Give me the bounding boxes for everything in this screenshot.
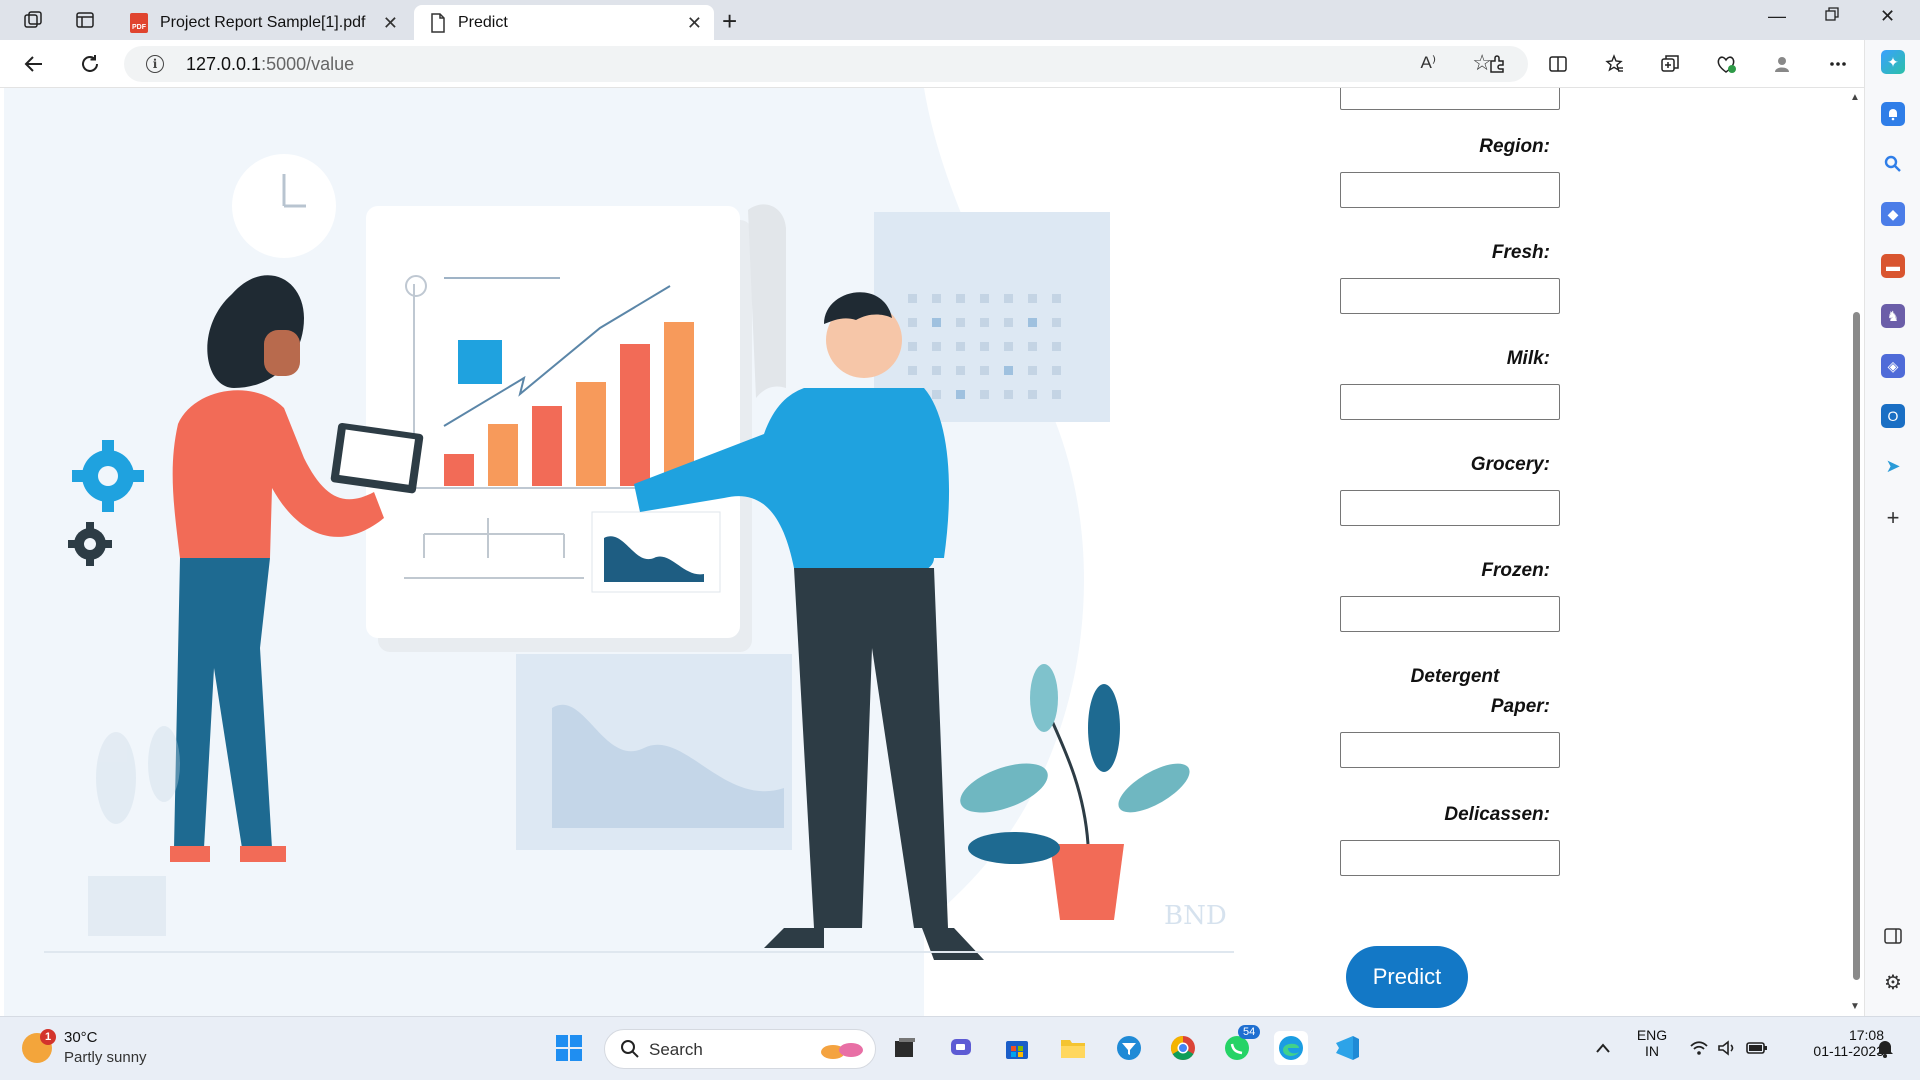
address-bar[interactable]: i 127.0.0.1:5000/value A⁾ ☆ bbox=[124, 46, 1528, 82]
restore-icon[interactable] bbox=[1824, 6, 1840, 27]
region-input[interactable] bbox=[1340, 172, 1560, 208]
microsoft-365-icon[interactable]: ◈ bbox=[1881, 354, 1905, 378]
language-indicator[interactable]: ENG IN bbox=[1634, 1027, 1670, 1059]
scroll-up-icon[interactable]: ▲ bbox=[1850, 92, 1860, 103]
weather-temperature: 30°C bbox=[64, 1029, 98, 1046]
site-info-icon[interactable]: i bbox=[146, 55, 164, 73]
edge-sidebar: ✦ ◆ ▬ ♞ ◈ O ➤ + ⚙ bbox=[1864, 40, 1920, 1016]
new-tab-icon[interactable]: + bbox=[722, 6, 737, 37]
windows-taskbar: 1 30°C Partly sunny Search 54 ENG IN 17:… bbox=[0, 1016, 1920, 1080]
region-code: IN bbox=[1645, 1043, 1659, 1059]
notification-bell-icon[interactable] bbox=[1881, 102, 1905, 126]
detergent-paper-input[interactable] bbox=[1340, 732, 1560, 768]
search-icon[interactable] bbox=[1881, 152, 1905, 176]
close-window-icon[interactable]: ✕ bbox=[1880, 6, 1895, 27]
favorites-icon[interactable] bbox=[1600, 50, 1628, 78]
region-label: Region: bbox=[1479, 136, 1550, 157]
file-explorer-icon[interactable] bbox=[1056, 1031, 1090, 1065]
tab-strip: PDF Project Report Sample[1].pdf ✕ Predi… bbox=[0, 0, 1920, 40]
url-text[interactable]: 127.0.0.1:5000/value bbox=[186, 54, 354, 75]
clock-icon bbox=[232, 154, 336, 258]
tab-title: Predict bbox=[458, 13, 508, 31]
send-icon[interactable]: ➤ bbox=[1881, 454, 1905, 478]
predict-form: Region: Fresh: Milk: Grocery: Frozen: De… bbox=[1300, 88, 1876, 1016]
tab-actions-icon[interactable] bbox=[72, 8, 98, 32]
microsoft-store-icon[interactable] bbox=[1000, 1031, 1034, 1065]
presentation-board bbox=[366, 204, 786, 652]
more-menu-icon[interactable] bbox=[1824, 50, 1852, 78]
business-illustration: BND bbox=[4, 88, 1234, 1016]
back-icon[interactable] bbox=[20, 50, 48, 78]
scrollbar-thumb[interactable] bbox=[1853, 312, 1860, 980]
vscode-icon[interactable] bbox=[1330, 1031, 1364, 1065]
grocery-input[interactable] bbox=[1340, 490, 1560, 526]
language-code: ENG bbox=[1636, 1027, 1668, 1043]
read-aloud-icon[interactable]: A⁾ bbox=[1420, 53, 1436, 73]
predict-button[interactable]: Predict bbox=[1346, 946, 1468, 1008]
fresh-label: Fresh: bbox=[1491, 242, 1550, 263]
tab-predict[interactable]: Predict ✕ bbox=[414, 5, 714, 40]
page-viewport: BND Region: Fresh: Milk: Grocery: Frozen… bbox=[0, 88, 1876, 1016]
tools-briefcase-icon[interactable]: ▬ bbox=[1881, 254, 1905, 278]
browser-essentials-icon[interactable] bbox=[1712, 50, 1740, 78]
edge-icon[interactable] bbox=[1274, 1031, 1308, 1065]
settings-gear-icon[interactable]: ⚙ bbox=[1881, 970, 1905, 994]
url-host: 127.0.0.1 bbox=[186, 54, 262, 74]
show-hidden-icons-chevron[interactable] bbox=[1586, 1031, 1620, 1065]
frozen-input[interactable] bbox=[1340, 596, 1560, 632]
milk-input[interactable] bbox=[1340, 384, 1560, 420]
url-path: :5000/value bbox=[261, 54, 355, 74]
page-icon bbox=[431, 12, 445, 33]
search-icon bbox=[621, 1040, 639, 1058]
collections-icon[interactable] bbox=[1656, 50, 1684, 78]
taskbar-search[interactable]: Search bbox=[604, 1029, 876, 1069]
search-highlight-icon bbox=[821, 1043, 863, 1059]
refresh-icon[interactable] bbox=[76, 50, 104, 78]
address-toolbar: i 127.0.0.1:5000/value A⁾ ☆ bbox=[0, 40, 1920, 88]
games-icon[interactable]: ♞ bbox=[1881, 304, 1905, 328]
whatsapp-icon[interactable]: 54 bbox=[1220, 1025, 1261, 1065]
copilot-icon[interactable]: ✦ bbox=[1881, 50, 1905, 74]
outlook-icon[interactable]: O bbox=[1881, 404, 1905, 428]
split-screen-icon[interactable] bbox=[1544, 50, 1572, 78]
detergent-paper-label-line1: Detergent bbox=[1410, 666, 1500, 687]
frozen-label: Frozen: bbox=[1481, 560, 1550, 581]
teams-chat-icon[interactable] bbox=[944, 1031, 978, 1065]
page-scrollbar[interactable]: ▲ ▼ bbox=[1848, 88, 1864, 1016]
browser-window: PDF Project Report Sample[1].pdf ✕ Predi… bbox=[0, 0, 1920, 1080]
weather-alert-badge: 1 bbox=[40, 1029, 56, 1045]
delicassen-input[interactable] bbox=[1340, 840, 1560, 876]
sidebar-toggle-icon[interactable] bbox=[1881, 924, 1905, 948]
volume-icon[interactable] bbox=[1710, 1031, 1744, 1065]
task-view-icon[interactable] bbox=[888, 1031, 922, 1065]
funnel-app-icon[interactable] bbox=[1112, 1031, 1146, 1065]
milk-label: Milk: bbox=[1506, 348, 1550, 369]
notification-bell-icon[interactable] bbox=[1868, 1031, 1902, 1065]
shopping-tag-icon[interactable]: ◆ bbox=[1881, 202, 1905, 226]
battery-icon[interactable] bbox=[1740, 1031, 1774, 1065]
weather-condition: Partly sunny bbox=[64, 1049, 147, 1066]
fresh-input[interactable] bbox=[1340, 278, 1560, 314]
watermark-text: BND bbox=[1164, 901, 1227, 931]
workspaces-icon[interactable] bbox=[20, 8, 46, 32]
scroll-down-icon[interactable]: ▼ bbox=[1850, 1001, 1860, 1012]
pdf-icon: PDF bbox=[130, 12, 148, 33]
windows-start-icon[interactable] bbox=[552, 1031, 586, 1065]
previous-field-input[interactable] bbox=[1340, 88, 1560, 110]
minimize-icon[interactable]: — bbox=[1768, 6, 1786, 27]
detergent-paper-label-line2: Paper: bbox=[1490, 696, 1550, 717]
close-icon[interactable]: ✕ bbox=[383, 13, 398, 34]
delicassen-label: Delicassen: bbox=[1444, 804, 1550, 825]
tab-project-report[interactable]: PDF Project Report Sample[1].pdf ✕ bbox=[114, 5, 410, 40]
tab-title: Project Report Sample[1].pdf bbox=[160, 13, 366, 31]
profile-avatar[interactable] bbox=[1768, 50, 1796, 78]
search-placeholder: Search bbox=[649, 1040, 703, 1059]
extensions-icon[interactable] bbox=[1484, 50, 1512, 78]
whatsapp-badge: 54 bbox=[1238, 1025, 1261, 1039]
chrome-icon[interactable] bbox=[1166, 1031, 1200, 1065]
add-sidebar-item-icon[interactable]: + bbox=[1881, 505, 1905, 530]
grocery-label: Grocery: bbox=[1470, 454, 1550, 475]
close-icon[interactable]: ✕ bbox=[687, 13, 702, 34]
